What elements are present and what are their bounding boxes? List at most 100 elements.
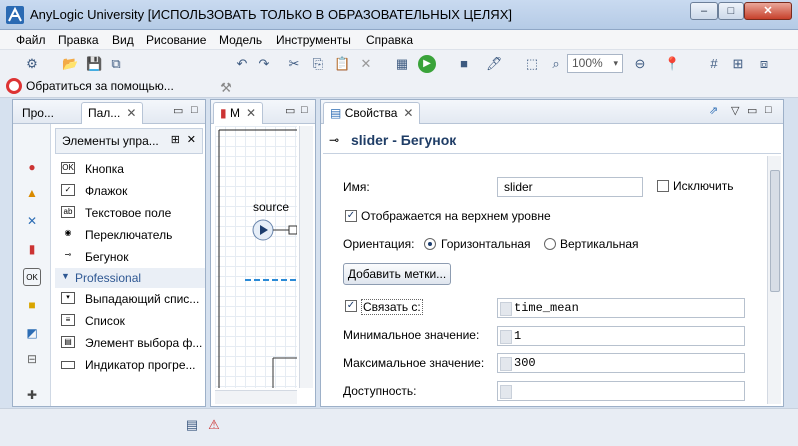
properties-scroll-thumb[interactable]	[770, 170, 780, 292]
add-category-icon[interactable]: ✚	[23, 386, 41, 404]
palette-item-radio[interactable]: ◉ Переключатель	[55, 224, 205, 246]
pictures-category-icon[interactable]: ◩	[23, 324, 41, 342]
tab-model[interactable]: ▮ M ✕	[213, 102, 264, 124]
min-value: 1	[514, 329, 522, 343]
maximize-view-icon[interactable]: □	[765, 104, 772, 116]
close-icon[interactable]: ✕	[403, 106, 413, 120]
top-level-label: Отображается на верхнем уровне	[361, 209, 551, 223]
paste-icon[interactable]: 📋	[334, 56, 350, 72]
delete-icon[interactable]: ✕	[358, 56, 374, 72]
link-field[interactable]: time_mean	[497, 298, 745, 318]
grid-view-icon[interactable]: ⊞	[171, 133, 180, 146]
zoom-reset-icon[interactable]: ⊖	[632, 56, 648, 72]
palette-item-textfield[interactable]: ab Текстовое поле	[55, 202, 205, 224]
zoom-fit-icon[interactable]: ⌕	[548, 56, 564, 72]
zoom-value: 100%	[572, 56, 603, 70]
min-field[interactable]: 1	[497, 326, 745, 346]
model-canvas[interactable]: source	[215, 126, 297, 388]
palette-item-dropdown[interactable]: ▾ Выпадающий спис...	[55, 288, 205, 310]
palette-section-header[interactable]: Элементы упра... ⊞ ✕	[55, 128, 203, 154]
controls-category-icon[interactable]: OK	[23, 268, 41, 286]
zoom-select[interactable]: 100% ▾	[567, 54, 623, 73]
close-icon[interactable]: ✕	[126, 106, 136, 120]
palette-item-list[interactable]: ≡ Список	[55, 310, 205, 332]
minimize-view-icon[interactable]: ▭	[285, 104, 295, 117]
close-window-button[interactable]: ✕	[744, 2, 792, 20]
chart-category-icon[interactable]: ▮	[23, 240, 41, 258]
new-model-icon[interactable]: ⚙	[24, 56, 40, 72]
undo-icon[interactable]: ↶	[234, 56, 250, 72]
palette-item-checkbox[interactable]: ✓ Флажок	[55, 180, 205, 202]
exclude-checkbox[interactable]	[657, 180, 669, 192]
tab-properties[interactable]: ▤ Свойства ✕	[323, 102, 421, 124]
model-vertical-scrollbar[interactable]	[299, 126, 313, 388]
save-all-icon[interactable]: ⧉	[108, 56, 124, 72]
minimize-button[interactable]: –	[690, 2, 718, 20]
maximize-view-icon[interactable]: □	[191, 104, 198, 116]
process-category-icon[interactable]: ✕	[23, 212, 41, 230]
tab-palette[interactable]: Пал... ✕	[81, 102, 144, 124]
stop-icon[interactable]: ■	[456, 56, 472, 72]
minimize-view-icon[interactable]: ▭	[747, 104, 757, 117]
name-field[interactable]: slider	[497, 177, 643, 197]
vertical-radio[interactable]	[544, 238, 556, 250]
close-icon[interactable]: ✕	[246, 106, 256, 120]
redo-icon[interactable]: ↷	[256, 56, 272, 72]
cut-icon[interactable]: ✂	[286, 56, 302, 72]
properties-scrollbar[interactable]	[767, 156, 781, 404]
pin-icon[interactable]: ⇗	[709, 104, 718, 117]
state-category-icon[interactable]: ▲	[23, 184, 41, 202]
properties-tab-label: Свойства	[344, 106, 398, 120]
tab-projects[interactable]: Про...	[15, 102, 61, 124]
palette-item-slider[interactable]: ⊸ Бегунок	[55, 246, 205, 268]
problems-icon[interactable]: ⚠	[206, 417, 222, 433]
top-level-checkbox[interactable]: ✓	[345, 210, 357, 222]
align-icon[interactable]: ⊞	[730, 56, 746, 72]
menu-file[interactable]: Файл	[16, 33, 46, 47]
menu-tools[interactable]: Инструменты	[276, 33, 351, 47]
maximize-button[interactable]: □	[718, 2, 744, 20]
palette-item-label: Элемент выбора ф...	[85, 336, 203, 350]
connectivity-category-icon[interactable]: ⊟	[23, 350, 41, 368]
agent-category-icon[interactable]: ●	[23, 158, 41, 176]
layout-icon[interactable]: ⧈	[756, 56, 772, 72]
palette-item-file-chooser[interactable]: ▤ Элемент выбора ф...	[55, 332, 205, 354]
max-field[interactable]: 300	[497, 353, 745, 373]
minimize-view-icon[interactable]: ▭	[173, 104, 183, 117]
palette-tabbar: Про... Пал... ✕ ▭ □	[13, 100, 205, 124]
hammer-icon[interactable]: ⚒	[218, 80, 234, 96]
copy-icon[interactable]: ⎘	[310, 56, 326, 72]
menu-edit[interactable]: Правка	[58, 33, 99, 47]
maximize-view-icon[interactable]: □	[301, 104, 308, 116]
console-icon[interactable]: ▤	[184, 417, 200, 433]
pointer-icon[interactable]: 🖊	[486, 56, 503, 72]
menu-view[interactable]: Вид	[112, 33, 134, 47]
menu-model[interactable]: Модель	[219, 33, 262, 47]
horizontal-radio[interactable]	[424, 238, 436, 250]
close-section-icon[interactable]: ✕	[187, 133, 196, 146]
grid-icon[interactable]: #	[706, 56, 722, 72]
save-icon[interactable]: 💾	[86, 56, 102, 72]
build-icon[interactable]: ▦	[394, 56, 410, 72]
menu-help[interactable]: Справка	[366, 33, 413, 47]
palette-item-progress[interactable]: Индикатор прогре...	[55, 354, 205, 376]
location-icon[interactable]: 📍	[664, 56, 680, 72]
run-icon[interactable]: ▶	[418, 55, 436, 73]
enabled-field[interactable]	[497, 381, 745, 401]
add-labels-button[interactable]: Добавить метки...	[343, 263, 451, 285]
palette-item-button[interactable]: OK Кнопка	[55, 158, 205, 180]
palette-item-label: Выпадающий спис...	[85, 292, 200, 306]
view-menu-icon[interactable]: ▽	[731, 104, 739, 117]
presentation-category-icon[interactable]: ■	[23, 296, 41, 314]
model-horizontal-scrollbar[interactable]	[215, 390, 297, 404]
anylogic-logo-icon	[6, 6, 24, 24]
link-checkbox[interactable]: ✓	[345, 300, 357, 312]
menu-draw[interactable]: Рисование	[146, 33, 206, 47]
palette-group-professional[interactable]: ▼ Professional	[55, 268, 205, 288]
properties-panel: ▤ Свойства ✕ ⇗ ▽ ▭ □ ⊸ slider - Бегунок И…	[320, 99, 784, 407]
open-icon[interactable]: 📂	[62, 56, 78, 72]
zoom-region-icon[interactable]: ⬚	[524, 56, 540, 72]
get-help-link[interactable]: Обратиться за помощью...	[26, 79, 174, 93]
button-icon: OK	[61, 162, 75, 174]
textfield-icon: ab	[61, 206, 75, 218]
